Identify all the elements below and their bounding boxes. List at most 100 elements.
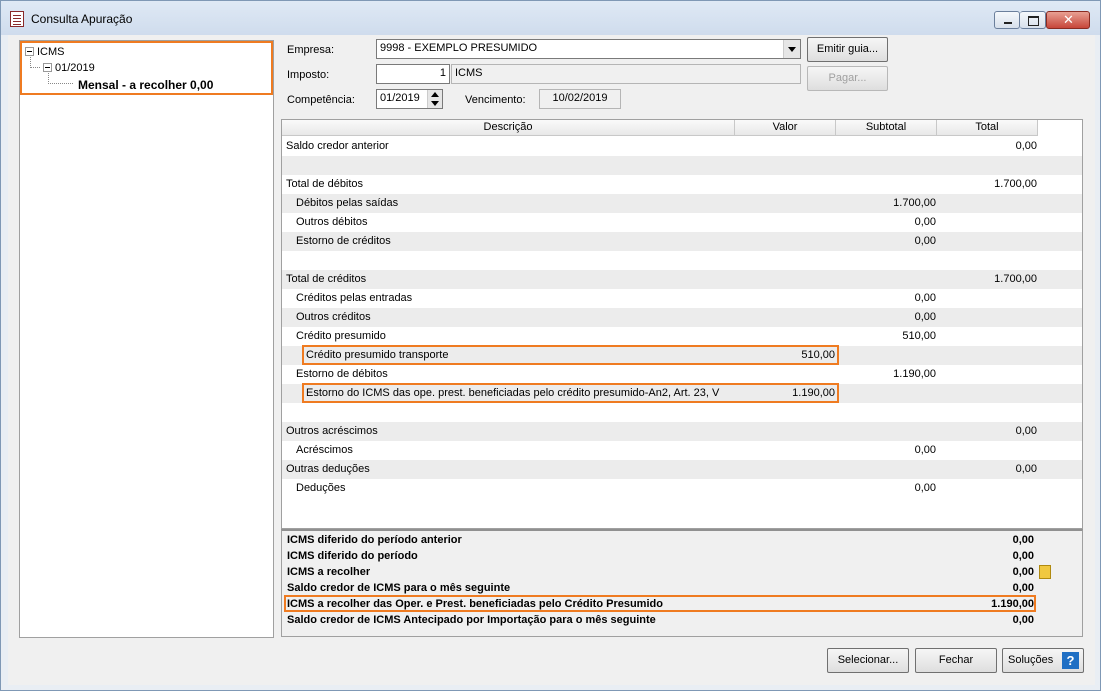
- row-description: Débitos pelas saídas: [296, 197, 399, 209]
- row-description: Outras deduções: [286, 463, 370, 475]
- apuracao-grid[interactable]: Descrição Valor Subtotal Total Saldo cre…: [281, 119, 1083, 529]
- period-tree[interactable]: ICMS 01/2019 Mensal - a recolher 0,00: [19, 40, 274, 638]
- row-description: Saldo credor anterior: [286, 140, 389, 152]
- maximize-button[interactable]: [1020, 11, 1046, 29]
- table-row[interactable]: Outros débitos 0,00: [282, 213, 1082, 232]
- summary-value: 0,00: [1012, 566, 1034, 578]
- window: Consulta Apuração ICMS 01/2019 Mensal - …: [0, 0, 1101, 691]
- header-subtotal[interactable]: Subtotal: [836, 120, 937, 136]
- table-row[interactable]: Créditos pelas entradas 0,00: [282, 289, 1082, 308]
- app-document-icon: [10, 11, 24, 27]
- row-total: 0,00: [1015, 140, 1037, 152]
- table-row[interactable]: Crédito presumido 510,00: [282, 327, 1082, 346]
- row-subtotal: 0,00: [914, 235, 936, 247]
- summary-description: Saldo credor de ICMS para o mês seguinte: [287, 582, 511, 594]
- solucoes-label: Soluções: [1008, 654, 1054, 666]
- empresa-label: Empresa:: [287, 44, 335, 56]
- competencia-input[interactable]: 01/2019: [376, 89, 443, 109]
- fechar-button[interactable]: Fechar: [915, 648, 997, 673]
- row-subtotal: 0,00: [914, 292, 936, 304]
- table-row[interactable]: Estorno de créditos 0,00: [282, 232, 1082, 251]
- row-total: 1.700,00: [994, 178, 1037, 190]
- summary-panel: ICMS diferido do período anterior 0,00 ICM…: [281, 529, 1083, 637]
- table-row[interactable]: Total de créditos 1.700,00: [282, 270, 1082, 289]
- pagar-button[interactable]: Pagar...: [807, 66, 888, 91]
- solucoes-button[interactable]: Soluções ?: [1002, 648, 1084, 673]
- header-valor[interactable]: Valor: [735, 120, 836, 136]
- summary-description: ICMS a recolher: [287, 566, 371, 578]
- row-description: Estorno de débitos: [296, 368, 388, 380]
- row-description: Outros acréscimos: [286, 425, 378, 437]
- empresa-value: 9998 - EXEMPLO PRESUMIDO: [380, 42, 538, 54]
- header-descricao[interactable]: Descrição: [282, 120, 735, 136]
- minimize-button[interactable]: [994, 11, 1020, 29]
- spin-arrows-icon[interactable]: [427, 90, 442, 108]
- row-description: Outros créditos: [296, 311, 371, 323]
- vencimento-label: Vencimento:: [465, 94, 526, 106]
- summary-description: ICMS diferido do período: [287, 550, 418, 562]
- row-description: Créditos pelas entradas: [296, 292, 413, 304]
- highlight-credito-transporte: [302, 345, 839, 365]
- vencimento-field: 10/02/2019: [539, 89, 621, 109]
- imposto-label: Imposto:: [287, 69, 330, 81]
- table-row[interactable]: Deduções 0,00: [282, 479, 1082, 498]
- summary-description: ICMS diferido do período anterior: [287, 534, 462, 546]
- tree-connector: [48, 73, 73, 84]
- row-subtotal: 510,00: [902, 330, 936, 342]
- selecionar-button[interactable]: Selecionar...: [827, 648, 909, 673]
- summary-row: ICMS a recolher 0,00: [282, 564, 1082, 580]
- empresa-combobox[interactable]: 9998 - EXEMPLO PRESUMIDO: [376, 39, 801, 59]
- table-row[interactable]: Total de débitos 1.700,00: [282, 175, 1082, 194]
- row-description: Total de créditos: [286, 273, 367, 285]
- title-bar: Consulta Apuração: [1, 1, 1100, 35]
- calculator-icon[interactable]: [1039, 565, 1051, 579]
- competencia-label: Competência:: [287, 94, 355, 106]
- header-total[interactable]: Total: [937, 120, 1038, 136]
- table-row[interactable]: Estorno de débitos 1.190,00: [282, 365, 1082, 384]
- summary-value: 0,00: [1012, 534, 1034, 546]
- summary-row: ICMS diferido do período anterior 0,00: [282, 532, 1082, 548]
- row-subtotal: 1.700,00: [893, 197, 936, 209]
- tree-node-mensal[interactable]: Mensal - a recolher 0,00: [78, 78, 213, 92]
- table-row[interactable]: Débitos pelas saídas 1.700,00: [282, 194, 1082, 213]
- tree-node-label: ICMS: [37, 46, 65, 58]
- table-row[interactable]: Outras deduções 0,00: [282, 460, 1082, 479]
- row-subtotal: 0,00: [914, 444, 936, 456]
- row-description: Outros débitos: [296, 216, 368, 228]
- close-button[interactable]: [1046, 11, 1090, 29]
- imposto-code-input[interactable]: 1: [376, 64, 450, 84]
- client-area: ICMS 01/2019 Mensal - a recolher 0,00 Em…: [8, 35, 1095, 685]
- row-subtotal: 1.190,00: [893, 368, 936, 380]
- table-row[interactable]: Saldo credor anterior 0,00: [282, 137, 1082, 156]
- highlight-icms-recolher-presumido: [284, 595, 1036, 612]
- help-icon: ?: [1062, 652, 1079, 669]
- window-title: Consulta Apuração: [31, 12, 133, 26]
- tree-connector: [30, 57, 40, 68]
- imposto-name-field: ICMS: [451, 64, 801, 84]
- summary-value: 0,00: [1012, 582, 1034, 594]
- table-row[interactable]: [282, 156, 1082, 175]
- summary-value: 0,00: [1012, 550, 1034, 562]
- table-row[interactable]: Outros acréscimos 0,00: [282, 422, 1082, 441]
- row-total: 1.700,00: [994, 273, 1037, 285]
- emitir-guia-button[interactable]: Emitir guia...: [807, 37, 888, 62]
- summary-row: Saldo credor de ICMS Antecipado por Impo…: [282, 612, 1082, 628]
- table-row[interactable]: [282, 251, 1082, 270]
- summary-row: ICMS diferido do período 0,00: [282, 548, 1082, 564]
- row-total: 0,00: [1015, 463, 1037, 475]
- chevron-down-icon[interactable]: [783, 40, 800, 58]
- row-description: Acréscimos: [296, 444, 353, 456]
- collapse-icon[interactable]: [25, 47, 34, 56]
- collapse-icon[interactable]: [43, 63, 52, 72]
- row-description: Total de débitos: [286, 178, 364, 190]
- row-description: Deduções: [296, 482, 346, 494]
- row-subtotal: 0,00: [914, 311, 936, 323]
- summary-value: 0,00: [1012, 614, 1034, 626]
- table-row[interactable]: [282, 403, 1082, 422]
- summary-description: Saldo credor de ICMS Antecipado por Impo…: [287, 614, 656, 626]
- table-row[interactable]: Outros créditos 0,00: [282, 308, 1082, 327]
- table-row[interactable]: Acréscimos 0,00: [282, 441, 1082, 460]
- row-description: Estorno de créditos: [296, 235, 391, 247]
- row-subtotal: 0,00: [914, 216, 936, 228]
- row-total: 0,00: [1015, 425, 1037, 437]
